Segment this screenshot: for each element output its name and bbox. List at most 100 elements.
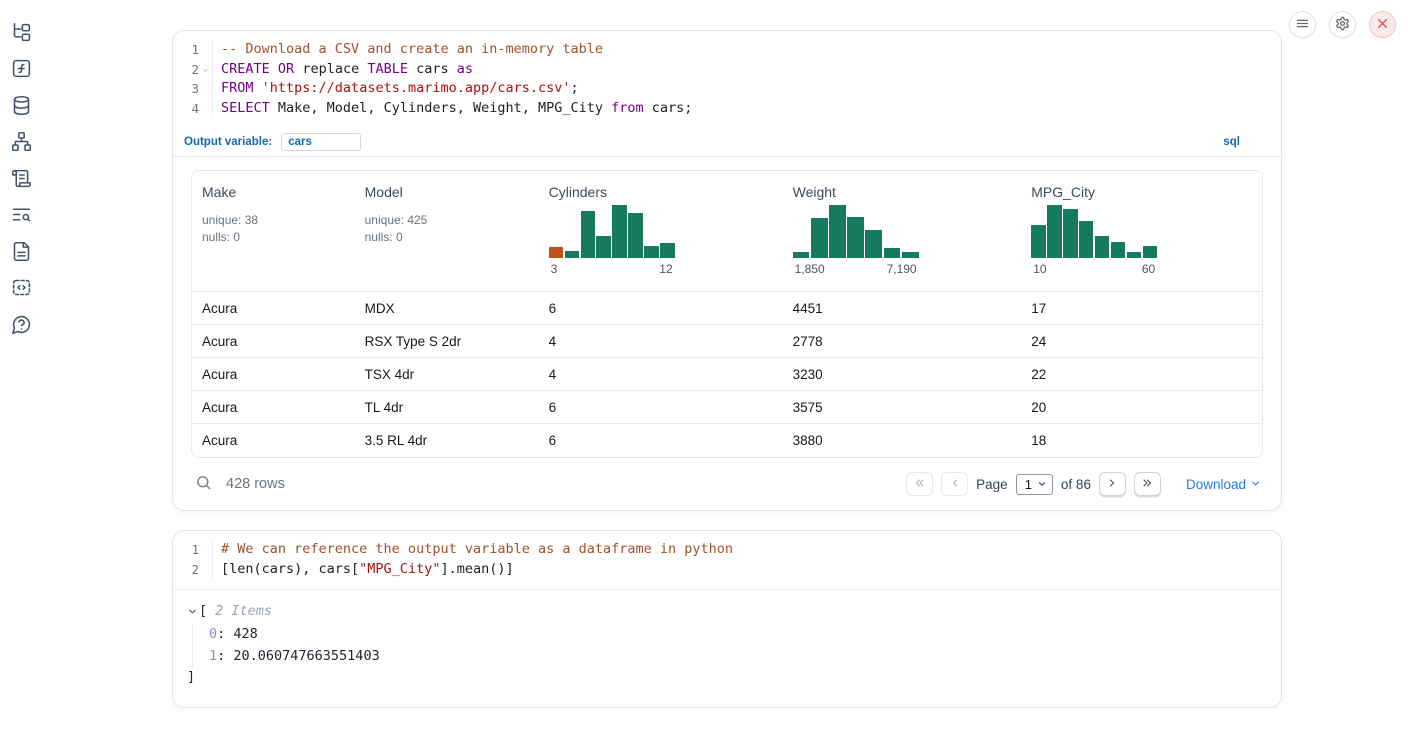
code-line[interactable]: 3 FROM 'https://datasets.marimo.app/cars.… (173, 79, 1281, 99)
sidebar-datasources-button[interactable] (11, 94, 33, 116)
column-stats: unique: 38nulls: 0 (202, 212, 347, 245)
table-cell: TL 4dr (355, 400, 539, 415)
histogram-bar (1031, 225, 1045, 258)
code-line[interactable]: 2⌄CREATE OR replace TABLE cars as (173, 60, 1281, 80)
next-page-button[interactable] (1099, 472, 1126, 496)
sidebar-snippets-button[interactable] (11, 277, 33, 299)
histogram-bar (660, 243, 674, 258)
sidebar-logs-button[interactable] (11, 204, 33, 226)
output-variable-label: Output variable: (184, 136, 272, 148)
code-line[interactable]: 2[len(cars), cars["MPG_City"].mean()] (173, 560, 1281, 580)
code-text: CREATE OR replace TABLE cars as (213, 60, 473, 80)
collapse-chevron-icon[interactable] (187, 605, 198, 616)
table-row: Acura3.5 RL 4dr6388018 (192, 424, 1262, 457)
sidebar-variables-button[interactable] (11, 58, 33, 80)
first-page-button[interactable] (906, 472, 933, 496)
notebook-actions (1289, 11, 1396, 38)
sidebar-help-button[interactable] (11, 313, 33, 335)
gear-icon (1335, 16, 1350, 34)
fold-gutter (199, 79, 213, 99)
variables-icon (11, 58, 33, 79)
table-cell: 6 (539, 400, 783, 415)
column-header-make[interactable]: Make unique: 38nulls: 0 (192, 171, 355, 291)
histogram-bar (612, 205, 626, 258)
sidebar-outline-button[interactable] (11, 167, 33, 189)
logs-icon (11, 204, 33, 225)
code-line[interactable]: 4SELECT Make, Model, Cylinders, Weight, … (173, 99, 1281, 119)
code-line[interactable]: 1# We can reference the output variable … (173, 540, 1281, 560)
tree-entry-key: 1 (209, 648, 217, 664)
last-page-button[interactable] (1134, 472, 1161, 496)
code-text: # We can reference the output variable a… (213, 540, 733, 560)
histogram-bar (865, 230, 882, 258)
fold-chevron-icon[interactable]: ⌄ (199, 60, 213, 80)
table-cell: 17 (1021, 301, 1262, 316)
table-cell: Acura (192, 433, 355, 448)
table-body: AcuraMDX6445117AcuraRSX Type S 2dr427782… (192, 292, 1262, 457)
code-text: SELECT Make, Model, Cylinders, Weight, M… (213, 99, 692, 119)
column-name: MPG_City (1031, 184, 1254, 200)
help-icon (11, 314, 33, 335)
dependency-graph-icon (11, 131, 33, 152)
column-histogram: 1060 (1031, 205, 1157, 276)
fold-gutter (199, 560, 213, 580)
sidebar-dependency-graph-button[interactable] (11, 131, 33, 153)
column-header-model[interactable]: Modelunique: 425nulls: 0 (355, 171, 539, 291)
code-line[interactable]: 1-- Download a CSV and create an in-memo… (173, 40, 1281, 60)
previous-page-button[interactable] (941, 472, 968, 496)
fold-gutter (199, 540, 213, 560)
table-cell: Acura (192, 334, 355, 349)
close-icon (1375, 16, 1390, 34)
histogram-bar (811, 218, 828, 258)
table-row: AcuraTL 4dr6357520 (192, 391, 1262, 424)
histogram-axis: 312 (549, 262, 675, 276)
language-badge: sql (1223, 136, 1240, 148)
chevron-down-icon (1037, 477, 1047, 492)
page-total-label: of 86 (1061, 477, 1091, 492)
column-name: Make (202, 184, 347, 200)
table-cell: 4451 (783, 301, 1022, 316)
download-button[interactable]: Download (1186, 477, 1261, 492)
python-code-editor[interactable]: 1# We can reference the output variable … (173, 531, 1281, 588)
sidebar-panel-toolbar (0, 0, 44, 729)
table-cell: Acura (192, 400, 355, 415)
column-histogram: 312 (549, 205, 675, 276)
page-select[interactable]: 1 (1016, 474, 1053, 495)
chevron-left-icon (948, 476, 962, 493)
chevrons-left-icon (913, 476, 927, 493)
code-text: FROM 'https://datasets.marimo.app/cars.c… (213, 79, 579, 99)
sidebar-documentation-button[interactable] (11, 240, 33, 262)
fold-gutter (199, 40, 213, 60)
python-cell-output: [ 2 Items 0: 4281: 20.060747663551403 ] (173, 589, 1281, 707)
column-header-mpg_city[interactable]: MPG_City 1060 (1021, 171, 1262, 291)
tree-close-bracket: ] (187, 668, 1263, 687)
histogram-bar (1047, 205, 1061, 258)
sql-code-editor[interactable]: 1-- Download a CSV and create an in-memo… (173, 31, 1281, 127)
cell-sql: 1-- Download a CSV and create an in-memo… (172, 30, 1282, 511)
tree-entry-key: 0 (209, 626, 217, 642)
sidebar-file-explorer-button[interactable] (11, 21, 33, 43)
column-header-cylinders[interactable]: Cylinders312 (539, 171, 783, 291)
table-footer: 428 rows Page 1 of 86 (191, 469, 1263, 499)
histogram-bar (596, 236, 610, 258)
settings-button[interactable] (1329, 11, 1356, 38)
table-cell: 4 (539, 367, 783, 382)
histogram-bar (1111, 242, 1125, 258)
histogram-bar (565, 251, 579, 258)
row-count: 428 rows (226, 476, 285, 492)
line-number: 3 (173, 79, 199, 99)
output-variable-input[interactable] (281, 133, 361, 151)
table-cell: Acura (192, 301, 355, 316)
shutdown-button[interactable] (1369, 11, 1396, 38)
histogram-bar (1095, 236, 1109, 258)
histogram-bar (1127, 252, 1141, 258)
hamburger-menu-icon (1295, 16, 1310, 34)
table-cell: 18 (1021, 433, 1262, 448)
table-cell: Acura (192, 367, 355, 382)
table-row: AcuraMDX6445117 (192, 292, 1262, 325)
column-header-weight[interactable]: Weight1,8507,190 (783, 171, 1022, 291)
table-cell: RSX Type S 2dr (355, 334, 539, 349)
menu-button[interactable] (1289, 11, 1316, 38)
table-search-button[interactable] (193, 474, 213, 494)
histogram-bar (1143, 246, 1157, 258)
